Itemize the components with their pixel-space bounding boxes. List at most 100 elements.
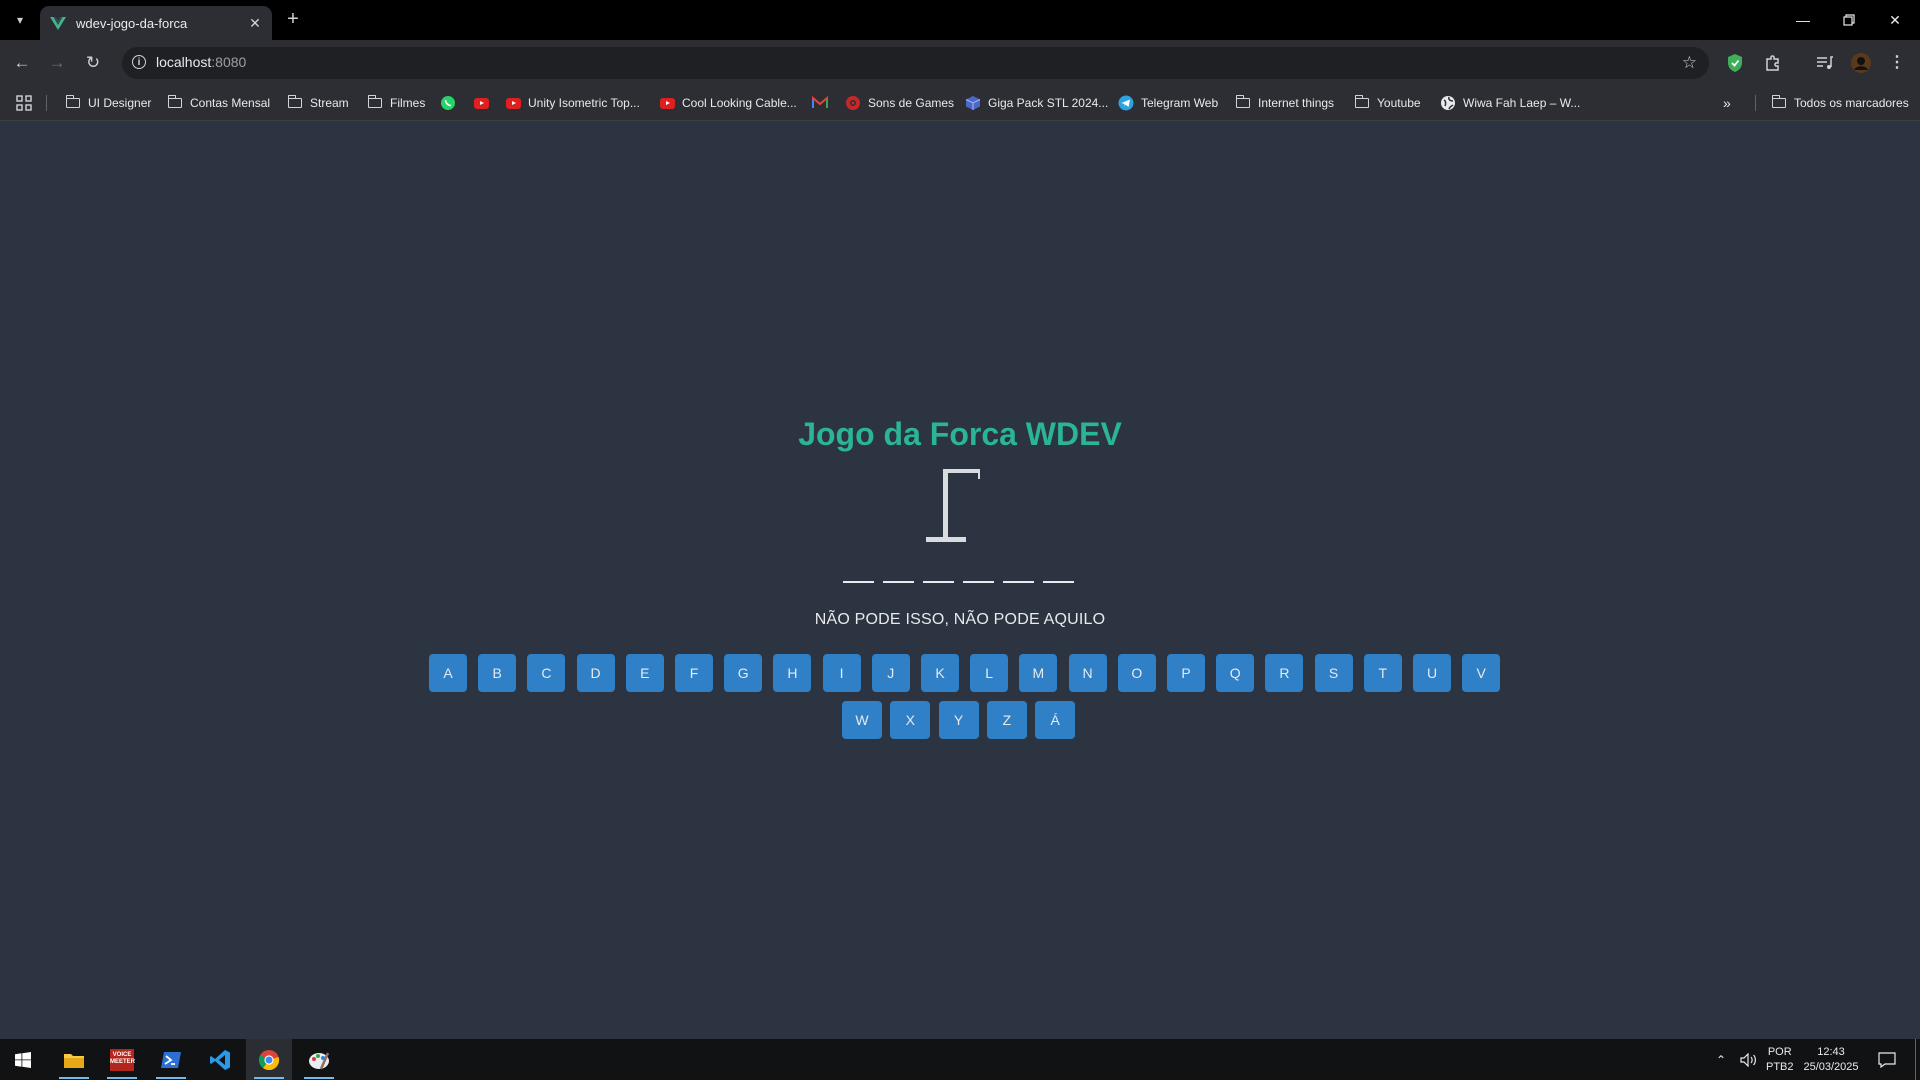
- letter-key-q[interactable]: Q: [1216, 654, 1255, 692]
- letter-key-u[interactable]: U: [1413, 654, 1451, 692]
- keyboard-row-2: WXYZÁ: [842, 701, 1078, 741]
- bookmark-label: Internet things: [1258, 96, 1335, 110]
- bookmark-star-icon[interactable]: ☆: [1682, 53, 1697, 73]
- letter-key-t[interactable]: T: [1363, 654, 1402, 692]
- title-bar: ▾ wdev-jogo-da-forca ✕ + — ✕: [0, 0, 1920, 40]
- volume-button[interactable]: [1740, 1039, 1758, 1080]
- all-bookmarks-button[interactable]: Todos os marcadores: [1771, 93, 1909, 113]
- taskbar-vscode[interactable]: [197, 1039, 243, 1080]
- start-button[interactable]: [0, 1039, 46, 1080]
- clock-date: 25/03/2025: [1803, 1060, 1859, 1073]
- bookmark-stream[interactable]: Stream: [287, 93, 349, 113]
- close-tab-icon[interactable]: ✕: [246, 14, 264, 32]
- bookmark-gmail[interactable]: [812, 93, 835, 113]
- notifications-button[interactable]: [1878, 1039, 1896, 1080]
- letter-key-a[interactable]: A: [429, 654, 467, 692]
- language-code: POR: [1767, 1045, 1792, 1058]
- letter-key-e[interactable]: E: [625, 654, 664, 692]
- apps-grid-button[interactable]: [16, 93, 32, 113]
- taskbar-powershell[interactable]: [148, 1039, 194, 1080]
- letter-key-o[interactable]: O: [1117, 654, 1156, 692]
- letter-key-c[interactable]: C: [527, 654, 566, 692]
- back-button[interactable]: ←: [9, 50, 35, 76]
- keyboard-layout: PTB2: [1766, 1060, 1794, 1073]
- bookmark-youtube-folder[interactable]: Youtube: [1354, 93, 1421, 113]
- windows-taskbar: VOICE MEETER ⌃ POR PTB2 12:43 25/03/2025: [0, 1039, 1920, 1080]
- letter-key-p[interactable]: P: [1167, 654, 1205, 692]
- letter-key-k[interactable]: K: [921, 654, 959, 692]
- bookmark-label: Wiwa Fah Laep – W...: [1463, 96, 1581, 110]
- more-bookmarks-button[interactable]: »: [1723, 93, 1731, 113]
- extensions-puzzle-icon[interactable]: [1762, 52, 1784, 74]
- bookmark-label: Giga Pack STL 2024...: [988, 96, 1109, 110]
- bookmark-label: Telegram Web: [1141, 96, 1219, 110]
- profile-avatar-icon[interactable]: [1850, 52, 1872, 74]
- show-desktop-button[interactable]: [1915, 1039, 1916, 1080]
- letter-key-v[interactable]: V: [1462, 654, 1501, 692]
- folder-icon: [1771, 95, 1787, 111]
- bookmark-sons-de-games[interactable]: Sons de Games: [845, 93, 954, 113]
- clock-button[interactable]: 12:43 25/03/2025: [1802, 1039, 1860, 1080]
- letter-key-l[interactable]: L: [970, 654, 1009, 692]
- input-language-button[interactable]: POR PTB2: [1766, 1039, 1794, 1080]
- bookmark-label: Unity Isometric Top...: [528, 96, 640, 110]
- chrome-menu-icon[interactable]: ⋮: [1886, 52, 1908, 74]
- taskbar-paint[interactable]: [296, 1039, 342, 1080]
- word-hint: NÃO PODE ISSO, NÃO PODE AQUILO: [814, 611, 1106, 628]
- letter-key-b[interactable]: B: [478, 654, 517, 692]
- bookmark-ui-designer[interactable]: UI Designer: [65, 93, 151, 113]
- letter-key-á[interactable]: Á: [1035, 701, 1076, 739]
- letter-key-j[interactable]: J: [871, 654, 910, 692]
- globe-icon: [1441, 96, 1455, 110]
- address-bar[interactable]: i localhost:8080 ☆: [122, 47, 1709, 79]
- letter-key-h[interactable]: H: [773, 654, 812, 692]
- letter-key-m[interactable]: M: [1019, 654, 1058, 692]
- bookmark-label: Stream: [310, 96, 349, 110]
- letter-key-y[interactable]: Y: [938, 701, 979, 739]
- letter-blank: [883, 581, 914, 583]
- taskbar-voicemeeter[interactable]: VOICE MEETER: [99, 1039, 145, 1080]
- letter-key-g[interactable]: G: [724, 654, 763, 692]
- bookmark-unity-isometric[interactable]: Unity Isometric Top...: [505, 93, 640, 113]
- youtube-icon: [659, 95, 675, 111]
- letter-key-i[interactable]: I: [822, 654, 861, 692]
- folder-icon: [1354, 95, 1370, 111]
- taskbar-file-explorer[interactable]: [51, 1039, 97, 1080]
- bookmark-internet-things[interactable]: Internet things: [1235, 93, 1334, 113]
- bookmark-wiwa-fah-laep[interactable]: Wiwa Fah Laep – W...: [1440, 93, 1580, 113]
- bookmark-cool-looking-cable[interactable]: Cool Looking Cable...: [659, 93, 797, 113]
- shield-extension-icon[interactable]: [1724, 52, 1746, 74]
- show-hidden-icons-button[interactable]: ⌃: [1716, 1039, 1726, 1080]
- letter-blank: [1043, 581, 1074, 583]
- restore-button[interactable]: [1826, 0, 1872, 40]
- bookmark-telegram-web[interactable]: Telegram Web: [1118, 93, 1218, 113]
- letter-key-z[interactable]: Z: [986, 701, 1027, 739]
- letter-key-f[interactable]: F: [675, 654, 713, 692]
- minimize-button[interactable]: —: [1780, 0, 1826, 40]
- browser-tab[interactable]: wdev-jogo-da-forca ✕: [40, 6, 272, 40]
- forward-button[interactable]: →: [44, 50, 70, 76]
- reload-button[interactable]: ↻: [80, 50, 106, 76]
- apps-grid-icon: [16, 95, 32, 111]
- site-info-icon[interactable]: i: [132, 55, 146, 69]
- vscode-icon: [210, 1049, 230, 1070]
- folder-icon: [167, 95, 183, 111]
- letter-key-d[interactable]: D: [576, 654, 615, 692]
- voicemeeter-icon: VOICE MEETER: [110, 1048, 135, 1071]
- tab-search-button[interactable]: ▾: [8, 9, 32, 31]
- bookmark-filmes[interactable]: Filmes: [367, 93, 425, 113]
- powershell-icon: [161, 1051, 181, 1068]
- bookmark-whatsapp[interactable]: [440, 93, 463, 113]
- close-window-button[interactable]: ✕: [1872, 0, 1918, 40]
- letter-key-w[interactable]: W: [842, 701, 882, 739]
- bookmark-contas-mensal[interactable]: Contas Mensal: [167, 93, 270, 113]
- letter-key-x[interactable]: X: [890, 701, 931, 739]
- bookmark-youtube[interactable]: [473, 93, 496, 113]
- media-controls-icon[interactable]: [1814, 52, 1836, 74]
- letter-key-s[interactable]: S: [1314, 654, 1353, 692]
- new-tab-button[interactable]: +: [282, 9, 304, 31]
- letter-key-r[interactable]: R: [1265, 654, 1304, 692]
- bookmark-giga-pack-stl[interactable]: Giga Pack STL 2024...: [965, 93, 1108, 113]
- letter-key-n[interactable]: N: [1068, 654, 1107, 692]
- taskbar-chrome[interactable]: [246, 1039, 292, 1080]
